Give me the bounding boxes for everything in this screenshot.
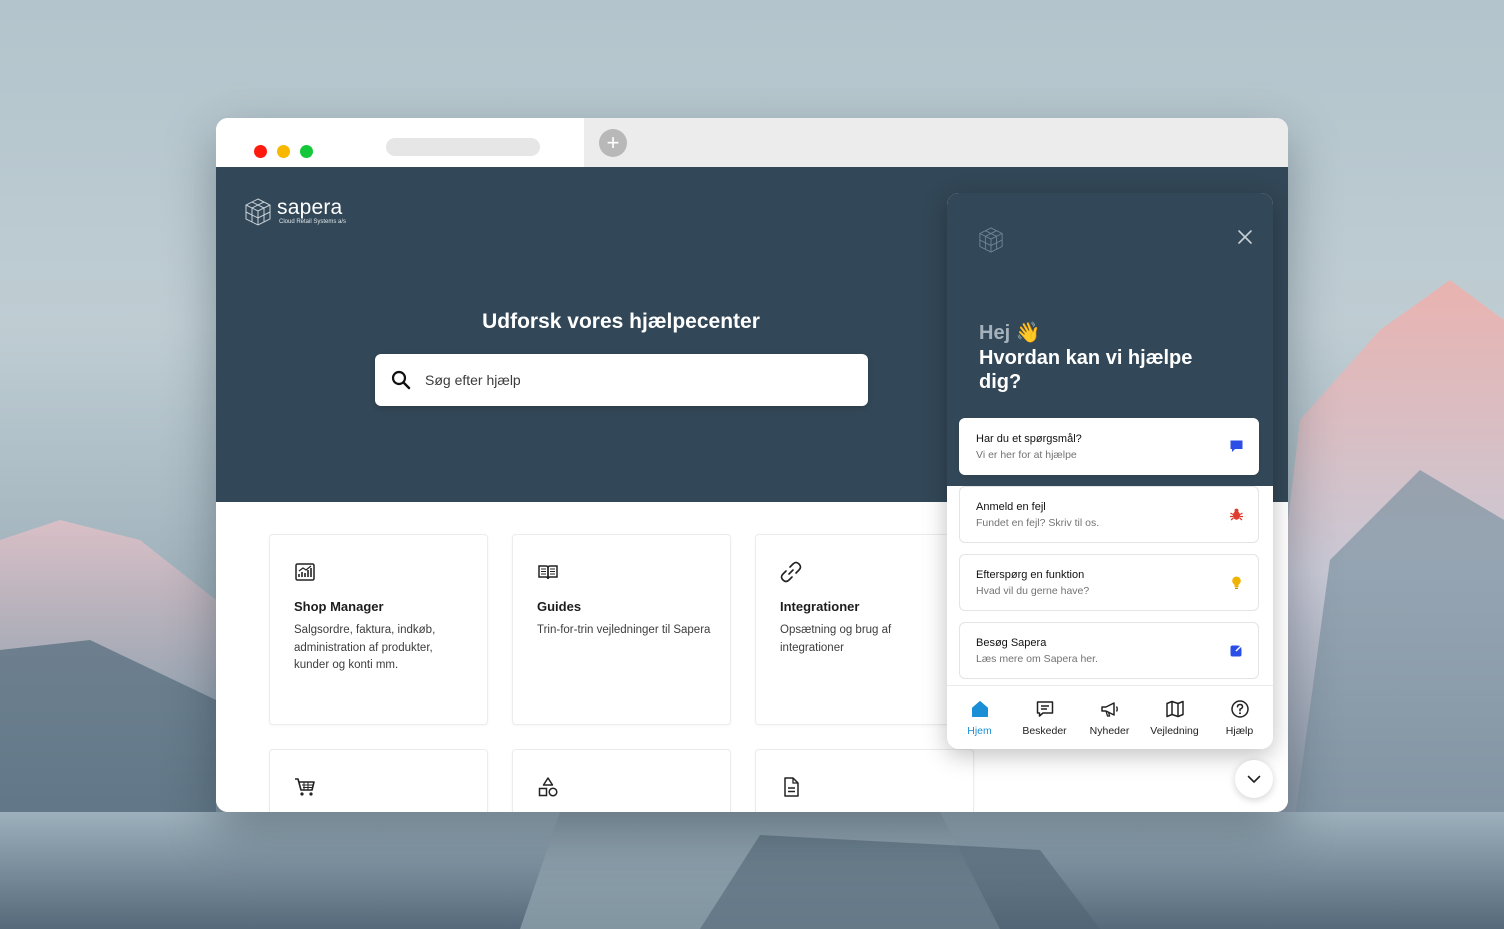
nav-guide[interactable]: Vejledning: [1142, 686, 1207, 749]
category-card-guides[interactable]: Guides Trin-for-trin vejledninger til Sa…: [512, 534, 731, 725]
address-bar[interactable]: [386, 138, 540, 156]
action-title: Besøg Sapera: [976, 637, 1047, 649]
brand-name: sapera: [277, 196, 343, 219]
action-subtitle: Læs mere om Sapera her.: [976, 653, 1098, 665]
nav-help[interactable]: Hjælp: [1207, 686, 1272, 749]
action-ask-question[interactable]: Har du et spørgsmål? Vi er her for at hj…: [959, 418, 1259, 475]
maximize-window-button[interactable]: [300, 145, 313, 158]
action-title: Efterspørg en funktion: [976, 569, 1085, 581]
card-title: Shop Manager: [294, 599, 384, 614]
nav-label: Vejledning: [1150, 725, 1199, 737]
action-report-bug[interactable]: Anmeld en fejl Fundet en fejl? Skriv til…: [959, 486, 1259, 543]
category-card-shop[interactable]: [269, 749, 488, 812]
action-subtitle: Vi er her for at hjælpe: [976, 449, 1077, 461]
chart-report-icon: [295, 563, 315, 581]
cube-logo-icon: [979, 227, 1003, 253]
card-title: Integrationer: [780, 599, 860, 614]
nav-news[interactable]: Nyheder: [1077, 686, 1142, 749]
page-title: Udforsk vores hjælpecenter: [482, 310, 760, 333]
chevron-down-icon: [1247, 775, 1261, 783]
chat-bubble-icon: [1230, 440, 1243, 452]
shapes-icon: [538, 777, 558, 797]
card-description: Salgsordre, faktura, indkøb, administrat…: [294, 624, 436, 671]
browser-window: + sapera Cloud Retail Systems a/s Udfors…: [216, 118, 1288, 812]
home-icon: [972, 701, 988, 717]
nav-label: Hjem: [967, 725, 992, 737]
search-input[interactable]: [425, 368, 845, 392]
nav-label: Nyheder: [1089, 725, 1130, 737]
brand-tagline: Cloud Retail Systems a/s: [279, 219, 347, 225]
messages-icon: [1036, 701, 1054, 717]
minimize-window-button[interactable]: [277, 145, 290, 158]
card-description: Trin-for-trin vejledninger til Sapera: [537, 624, 711, 636]
nav-label: Hjælp: [1225, 725, 1254, 737]
help-icon: [1231, 700, 1249, 718]
search-box[interactable]: [375, 354, 868, 406]
category-card-products[interactable]: [512, 749, 731, 812]
brand-logo[interactable]: sapera Cloud Retail Systems a/s: [244, 196, 354, 231]
cube-logo-icon: [245, 198, 271, 226]
category-card-integrations[interactable]: Integrationer Opsætning og brug af integ…: [755, 534, 974, 725]
nav-home[interactable]: Hjem: [947, 686, 1012, 749]
nav-label: Beskeder: [1022, 725, 1067, 737]
action-visit-sapera[interactable]: Besøg Sapera Læs mere om Sapera her.: [959, 622, 1259, 679]
category-card-documents[interactable]: [755, 749, 974, 812]
action-request-feature[interactable]: Efterspørg en funktion Hvad vil du gerne…: [959, 554, 1259, 611]
map-icon: [1166, 700, 1184, 718]
lightbulb-icon: [1232, 576, 1241, 589]
chat-widget-panel: Hej 👋 Hvordan kan vi hjælpe dig? Har du …: [947, 193, 1273, 749]
chat-bottom-nav: Hjem Beskeder Nyheder Vejledning Hjælp: [947, 685, 1273, 749]
action-subtitle: Hvad vil du gerne have?: [976, 585, 1090, 597]
card-title: Guides: [537, 599, 582, 614]
megaphone-icon: [1101, 702, 1118, 717]
new-tab-button[interactable]: +: [599, 129, 627, 157]
greeting-question: Hvordan kan vi hjælpe dig?: [979, 347, 1193, 393]
cart-icon: [295, 778, 315, 796]
close-window-button[interactable]: [254, 145, 267, 158]
card-description: Opsætning og brug af integrationer: [780, 624, 892, 654]
book-icon: [538, 565, 558, 580]
browser-tab-bar: +: [216, 118, 1288, 167]
action-subtitle: Fundet en fejl? Skriv til os.: [976, 517, 1100, 529]
link-icon: [780, 561, 802, 583]
close-icon[interactable]: [1234, 226, 1256, 248]
collapse-chat-button[interactable]: [1235, 760, 1273, 798]
category-card-shop-manager[interactable]: Shop Manager Salgsordre, faktura, indkøb…: [269, 534, 488, 725]
external-link-icon: [1230, 644, 1243, 657]
bug-icon: [1230, 508, 1243, 521]
document-icon: [784, 777, 799, 797]
search-icon: [391, 370, 411, 390]
action-title: Har du et spørgsmål?: [976, 433, 1082, 445]
greeting-hello: Hej 👋: [979, 322, 1041, 344]
action-title: Anmeld en fejl: [976, 501, 1046, 513]
nav-messages[interactable]: Beskeder: [1012, 686, 1077, 749]
